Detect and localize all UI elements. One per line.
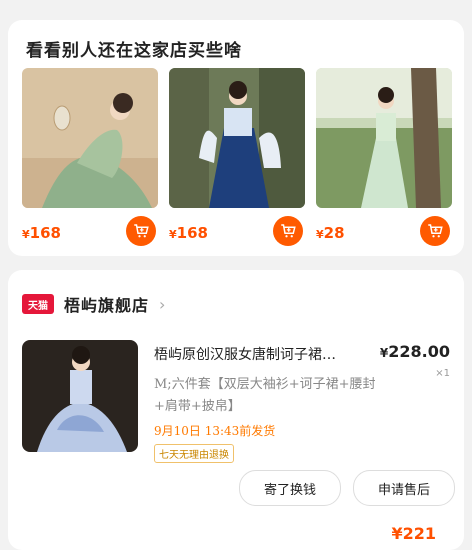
return-policy-tag: 七天无理由退换 bbox=[154, 444, 234, 463]
shop-header[interactable]: 天猫 梧屿旗舰店 › bbox=[22, 292, 165, 316]
after-sale-button[interactable]: 申请售后 bbox=[353, 470, 455, 506]
shipping-deadline: 9月10日 13:43前发货 bbox=[154, 424, 276, 438]
product-image[interactable] bbox=[22, 68, 158, 208]
product-card[interactable]: ¥168 bbox=[169, 68, 307, 246]
product-card[interactable]: ¥28 bbox=[316, 68, 454, 246]
recommend-title: 看看别人还在这家店买些啥 bbox=[26, 41, 242, 61]
order-card: 天猫 梧屿旗舰店 › 梧屿原创汉服女唐制诃子裙… ¥228.00 ×1 M;六件… bbox=[8, 270, 464, 550]
recommend-card: 看看别人还在这家店买些啥 ¥168 ¥168 ¥28 bbox=[8, 20, 464, 256]
order-product-image[interactable] bbox=[22, 340, 138, 452]
order-quantity: ×1 bbox=[435, 368, 450, 379]
add-to-cart-button[interactable] bbox=[273, 216, 303, 246]
product-price: ¥168 bbox=[169, 224, 208, 242]
order-price: ¥228.00 bbox=[379, 342, 450, 361]
product-price: ¥28 bbox=[316, 224, 345, 242]
chevron-right-icon[interactable]: › bbox=[159, 295, 165, 314]
cart-icon bbox=[134, 224, 149, 238]
product-card[interactable]: ¥168 bbox=[22, 68, 160, 246]
product-price: ¥168 bbox=[22, 224, 61, 242]
product-image[interactable] bbox=[169, 68, 305, 208]
product-image[interactable] bbox=[316, 68, 452, 208]
tmall-badge: 天猫 bbox=[22, 294, 54, 314]
order-spec: M;六件套【双层大袖衫+诃子裙+腰封+肩带+披帛】 bbox=[154, 377, 376, 414]
add-to-cart-button[interactable] bbox=[420, 216, 450, 246]
cart-icon bbox=[428, 224, 443, 238]
add-to-cart-button[interactable] bbox=[126, 216, 156, 246]
shop-name[interactable]: 梧屿旗舰店 bbox=[64, 292, 149, 316]
sell-return-button[interactable]: 寄了换钱 bbox=[239, 470, 341, 506]
cart-icon bbox=[281, 224, 296, 238]
order-product-title[interactable]: 梧屿原创汉服女唐制诃子裙… bbox=[154, 344, 384, 364]
bottom-price: ¥221 bbox=[391, 524, 436, 543]
